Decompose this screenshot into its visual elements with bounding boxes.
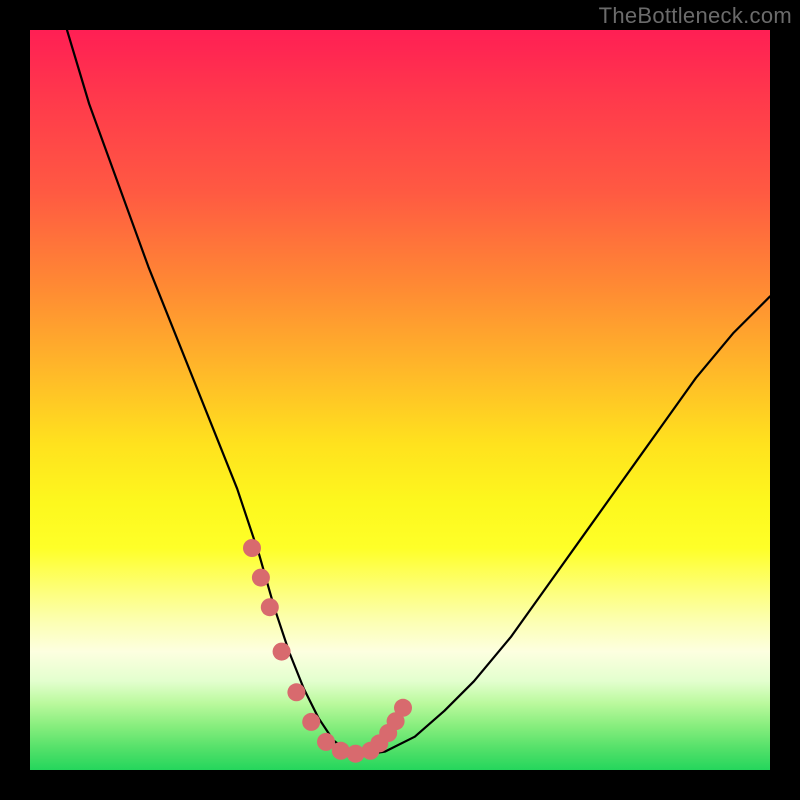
bottleneck-curve-path [67, 30, 770, 755]
curve-marker [261, 598, 279, 616]
chart-frame: TheBottleneck.com [0, 0, 800, 800]
curve-marker [394, 699, 412, 717]
curve-marker [243, 539, 261, 557]
highlight-dots [243, 539, 412, 763]
plot-area [30, 30, 770, 770]
bottleneck-curve [67, 30, 770, 755]
curve-marker [287, 683, 305, 701]
curve-marker [273, 643, 291, 661]
chart-overlay [30, 30, 770, 770]
curve-marker [302, 713, 320, 731]
watermark-text: TheBottleneck.com [599, 3, 792, 29]
curve-marker [252, 569, 270, 587]
